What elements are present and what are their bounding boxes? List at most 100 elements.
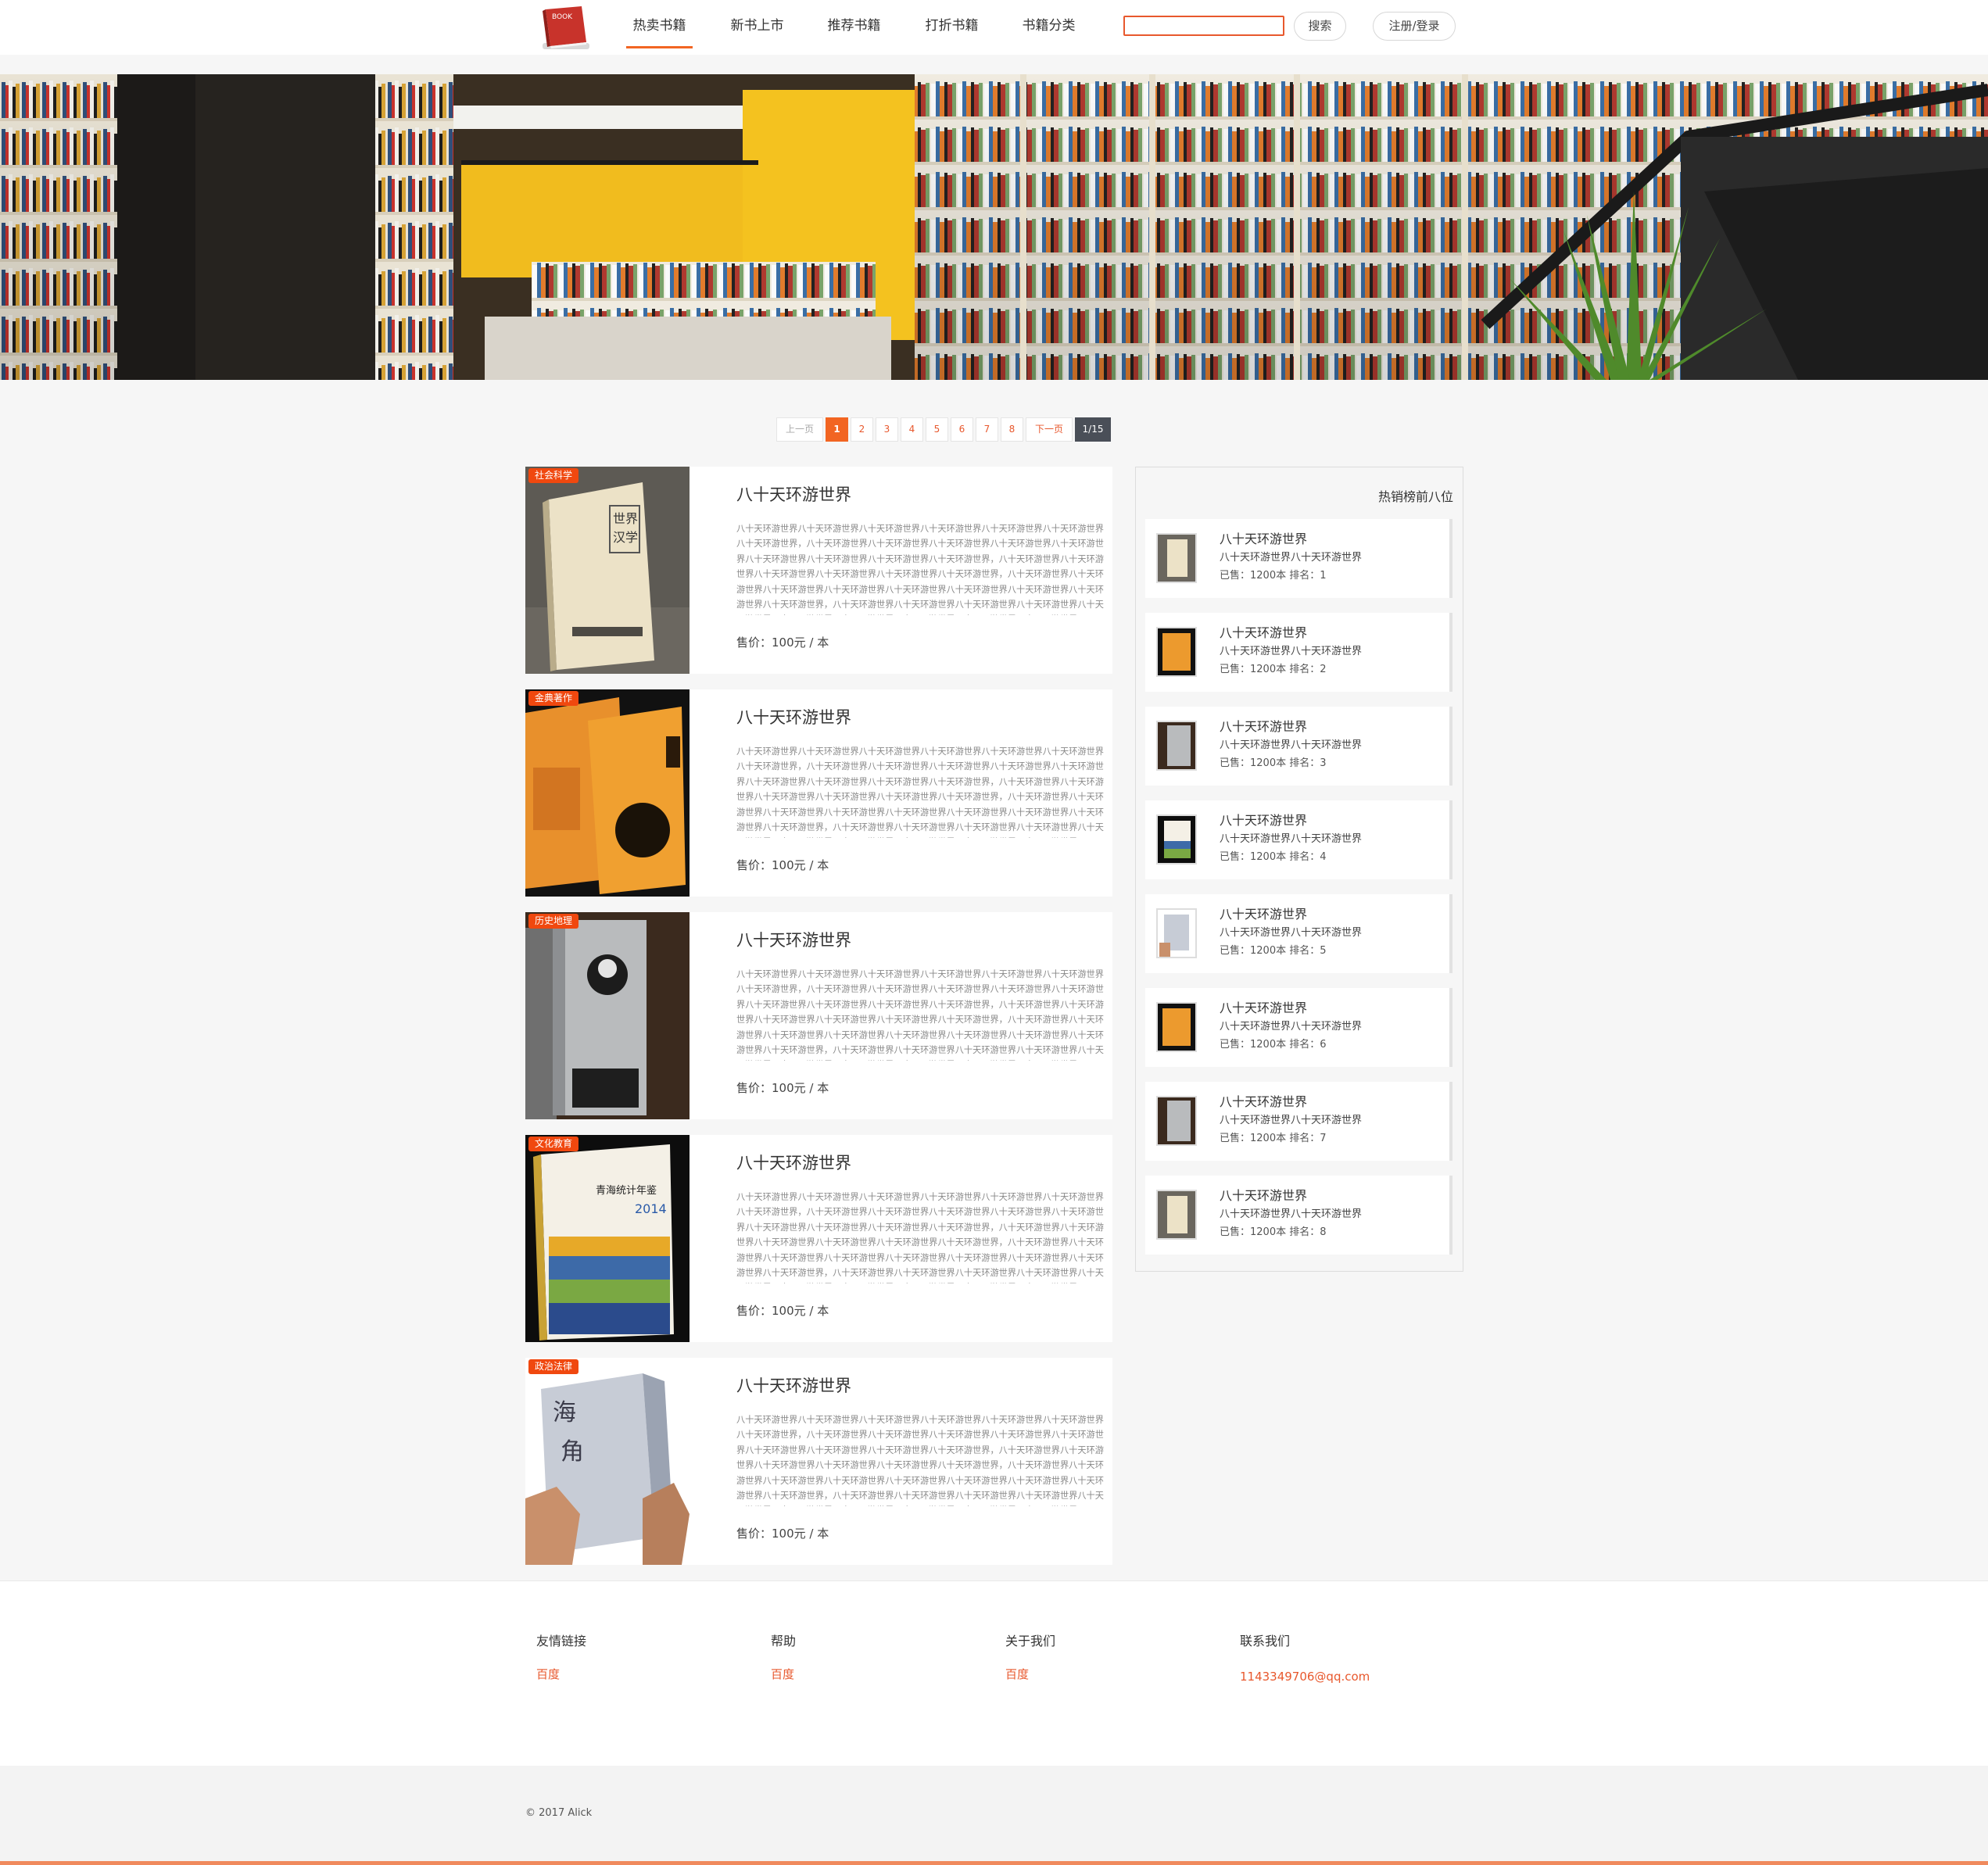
footer-friend-links-title: 友情链接	[536, 1634, 587, 1648]
bestseller-title[interactable]: 八十天环游世界	[1220, 1185, 1307, 1204]
bestseller-sales-rank: 已售：1200本 排名：3	[1220, 757, 1327, 769]
book-card[interactable]: 历史地理 八十天环游世界 八十天环游世界八十天环游世界八十天环游世界八十天环游世…	[525, 912, 1112, 1119]
thumbnail-illustration	[1158, 1191, 1195, 1238]
bestseller-title[interactable]: 八十天环游世界	[1220, 810, 1307, 829]
bestseller-thumbnail[interactable]	[1156, 627, 1197, 677]
footer-about-link[interactable]: 百度	[1005, 1666, 1029, 1682]
book-title[interactable]: 八十天环游世界	[736, 1151, 851, 1174]
book-card[interactable]: 世界 汉学 社会科学 八十天环游世界 八十天环游世界八十天环游世界八十天环游世界…	[525, 467, 1112, 674]
bestseller-item[interactable]: 八十天环游世界 八十天环游世界八十天环游世界 已售：1200本 排名：2	[1145, 613, 1452, 692]
bestseller-sales-rank: 已售：1200本 排名：7	[1220, 1133, 1327, 1144]
pagination-page-2[interactable]: 2	[851, 417, 873, 442]
thumbnail-illustration	[1158, 628, 1195, 675]
bestseller-title[interactable]: 八十天环游世界	[1220, 622, 1307, 641]
bestseller-item[interactable]: 八十天环游世界 八十天环游世界八十天环游世界 已售：1200本 排名：1	[1145, 519, 1452, 598]
book-price: 售价：100元 / 本	[736, 1304, 829, 1318]
bestseller-item[interactable]: 八十天环游世界 八十天环游世界八十天环游世界 已售：1200本 排名：6	[1145, 988, 1452, 1067]
pagination-page-7[interactable]: 7	[976, 417, 998, 442]
pagination-page-3[interactable]: 3	[876, 417, 898, 442]
book-title[interactable]: 八十天环游世界	[736, 928, 851, 951]
book-cover-image[interactable]: 海 角	[525, 1358, 690, 1565]
svg-text:海: 海	[553, 1399, 576, 1426]
nav-book-categories[interactable]: 书籍分类	[1015, 0, 1082, 48]
bestseller-sidebar: 热销榜前八位 八十天环游世界 八十天环游世界八十天环游世界 已售：1200本 排…	[1135, 467, 1463, 1272]
logo-text: BOOK	[552, 13, 573, 21]
bestseller-title[interactable]: 八十天环游世界	[1220, 1091, 1307, 1110]
bestseller-title[interactable]: 八十天环游世界	[1220, 997, 1307, 1016]
svg-text:汉学: 汉学	[613, 530, 638, 545]
book-cover-image[interactable]: 青海统计年鉴 2014	[525, 1135, 690, 1342]
nav-hot-books[interactable]: 热卖书籍	[626, 0, 693, 48]
book-card[interactable]: 青海统计年鉴 2014 文化教育 八十天环游世界 八十天环游世界八十天环游世界八…	[525, 1135, 1112, 1342]
bestseller-item[interactable]: 八十天环游世界 八十天环游世界八十天环游世界 已售：1200本 排名：7	[1145, 1082, 1452, 1161]
category-badge: 文化教育	[528, 1137, 579, 1151]
bestseller-subtitle: 八十天环游世界八十天环游世界	[1220, 1208, 1363, 1220]
bestseller-sales-rank: 已售：1200本 排名：2	[1220, 664, 1327, 675]
book-title[interactable]: 八十天环游世界	[736, 482, 851, 506]
bestseller-item[interactable]: 八十天环游世界 八十天环游世界八十天环游世界 已售：1200本 排名：8	[1145, 1176, 1452, 1255]
bookstore-interior-illustration	[0, 74, 1988, 380]
bestseller-thumbnail[interactable]	[1156, 721, 1197, 771]
pagination-page-5[interactable]: 5	[926, 417, 948, 442]
pagination-page-1[interactable]: 1	[826, 417, 848, 442]
book-cover-image[interactable]: 世界 汉学	[525, 467, 690, 674]
pagination-total: 1/15	[1075, 417, 1111, 442]
bestseller-thumbnail[interactable]	[1156, 1190, 1197, 1240]
book-price: 售价：100元 / 本	[736, 635, 829, 650]
bestseller-thumbnail[interactable]	[1156, 1096, 1197, 1146]
bestseller-sales-rank: 已售：1200本 排名：6	[1220, 1039, 1327, 1051]
bestseller-thumbnail[interactable]	[1156, 533, 1197, 583]
nav-recommended-books[interactable]: 推荐书籍	[821, 0, 887, 48]
footer-links-section	[0, 1580, 1988, 1766]
category-badge: 政治法律	[528, 1359, 579, 1374]
svg-text:2014: 2014	[635, 1201, 667, 1216]
book-cover-image[interactable]	[525, 689, 690, 897]
bestseller-thumbnail[interactable]	[1156, 814, 1197, 864]
nav-new-books[interactable]: 新书上市	[724, 0, 790, 48]
pagination-page-8[interactable]: 8	[1001, 417, 1023, 442]
book-description: 八十天环游世界八十天环游世界八十天环游世界八十天环游世界八十天环游世界八十天环游…	[736, 1192, 1104, 1283]
bestseller-item[interactable]: 八十天环游世界 八十天环游世界八十天环游世界 已售：1200本 排名：5	[1145, 894, 1452, 973]
bestseller-sales-rank: 已售：1200本 排名：8	[1220, 1226, 1327, 1238]
book-title[interactable]: 八十天环游世界	[736, 1373, 851, 1397]
search-input[interactable]	[1123, 16, 1284, 36]
copyright-text: © 2017 Alick	[525, 1807, 593, 1819]
bestseller-thumbnail[interactable]	[1156, 1002, 1197, 1052]
category-badge: 金典著作	[528, 691, 579, 706]
pagination-page-6[interactable]: 6	[951, 417, 973, 442]
bestseller-subtitle: 八十天环游世界八十天环游世界	[1220, 1021, 1363, 1033]
bestseller-subtitle: 八十天环游世界八十天环游世界	[1220, 833, 1363, 845]
bestseller-item[interactable]: 八十天环游世界 八十天环游世界八十天环游世界 已售：1200本 排名：3	[1145, 707, 1452, 786]
thumbnail-illustration	[1158, 722, 1195, 769]
sidebar-title: 热销榜前八位	[1377, 489, 1453, 504]
register-login-button[interactable]: 注册/登录	[1373, 12, 1456, 41]
footer-bottom-bar	[0, 1766, 1988, 1865]
book-logo-icon[interactable]: BOOK	[539, 3, 591, 52]
search-button[interactable]: 搜索	[1294, 12, 1346, 41]
book-description: 八十天环游世界八十天环游世界八十天环游世界八十天环游世界八十天环游世界八十天环游…	[736, 969, 1104, 1061]
bestseller-subtitle: 八十天环游世界八十天环游世界	[1220, 927, 1363, 939]
bestseller-title[interactable]: 八十天环游世界	[1220, 904, 1307, 922]
book-title[interactable]: 八十天环游世界	[736, 705, 851, 728]
book-cover-illustration: 海 角	[525, 1358, 690, 1565]
pagination-next-button[interactable]: 下一页	[1026, 417, 1073, 442]
pagination-prev-button[interactable]: 上一页	[776, 417, 823, 442]
bestseller-sales-rank: 已售：1200本 排名：5	[1220, 945, 1327, 957]
footer-contact-email[interactable]: 1143349706@qq.com	[1240, 1670, 1370, 1684]
book-cover-illustration: 世界 汉学	[525, 467, 690, 674]
category-badge: 历史地理	[528, 914, 579, 929]
bestseller-title[interactable]: 八十天环游世界	[1220, 716, 1307, 735]
book-card[interactable]: 海 角 政治法律 八十天环游世界 八十天环游世界八十天环游世界八十天环游世界八十…	[525, 1358, 1112, 1565]
top-header: BOOK 热卖书籍 新书上市 推荐书籍 打折书籍 书籍分类 搜索 注册/登录	[0, 0, 1988, 55]
footer-friend-link[interactable]: 百度	[536, 1666, 560, 1682]
bestseller-title[interactable]: 八十天环游世界	[1220, 528, 1307, 547]
footer-help-link[interactable]: 百度	[771, 1666, 794, 1682]
bestseller-item[interactable]: 八十天环游世界 八十天环游世界八十天环游世界 已售：1200本 排名：4	[1145, 800, 1452, 879]
pagination-page-4[interactable]: 4	[901, 417, 923, 442]
bestseller-thumbnail[interactable]	[1156, 908, 1197, 958]
book-card[interactable]: 金典著作 八十天环游世界 八十天环游世界八十天环游世界八十天环游世界八十天环游世…	[525, 689, 1112, 897]
bestseller-subtitle: 八十天环游世界八十天环游世界	[1220, 552, 1363, 564]
book-cover-image[interactable]	[525, 912, 690, 1119]
footer-about-title: 关于我们	[1005, 1634, 1056, 1648]
nav-discount-books[interactable]: 打折书籍	[919, 0, 985, 48]
